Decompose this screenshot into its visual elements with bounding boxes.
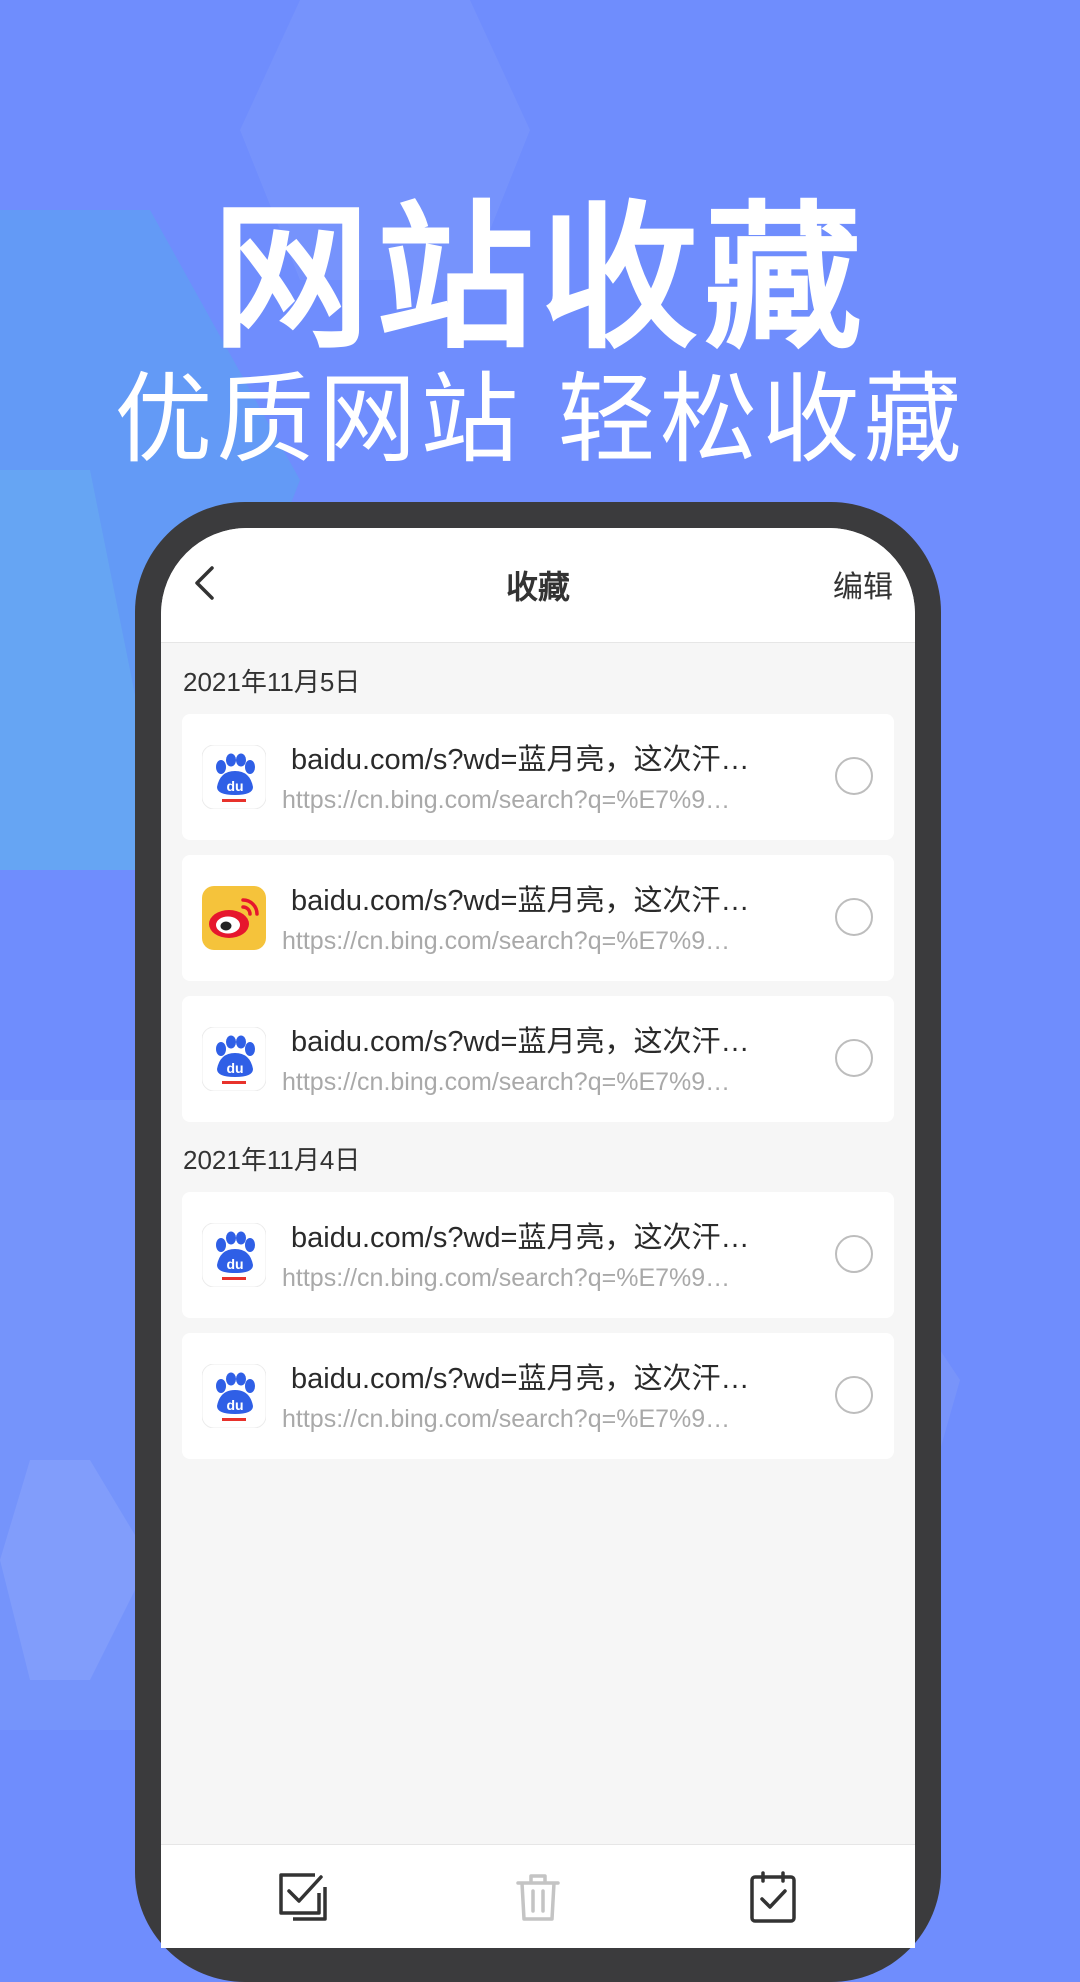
promo-subtitle: 优质网站 轻松收藏 [114,363,966,477]
phone-screen: 收藏 编辑 2021年11月5日 du baidu.com/s?wd=蓝月亮，这… [161,528,915,1948]
baidu-paw-icon: du [202,745,266,809]
trash-icon[interactable] [510,1869,566,1925]
date-header: 2021年11月5日 [183,667,361,697]
item-url: https://cn.bing.com/search?q=%E7%9… [282,1068,731,1096]
nav-bar: 收藏 编辑 [161,528,915,643]
item-title: baidu.com/s?wd=蓝月亮，这次汗… [291,744,750,776]
select-radio[interactable] [835,1235,873,1273]
item-url: https://cn.bing.com/search?q=%E7%9… [282,927,731,955]
list-item[interactable]: baidu.com/s?wd=蓝月亮，这次汗… https://cn.bing.… [182,855,894,981]
item-url: https://cn.bing.com/search?q=%E7%9… [282,1405,731,1433]
page-title: 收藏 [505,569,570,605]
svg-text:du: du [226,778,243,794]
item-title: baidu.com/s?wd=蓝月亮，这次汗… [291,885,750,917]
select-radio[interactable] [835,1376,873,1414]
baidu-paw-icon: du [202,1027,266,1091]
item-title: baidu.com/s?wd=蓝月亮，这次汗… [291,1222,750,1254]
edit-button[interactable]: 编辑 [833,562,893,606]
list-item[interactable]: du baidu.com/s?wd=蓝月亮，这次汗… https://cn.bi… [182,1192,894,1318]
check-clipboard-icon[interactable] [745,1869,801,1925]
baidu-paw-icon: du [202,1364,266,1428]
select-radio[interactable] [835,898,873,936]
svg-text:du: du [226,1397,243,1413]
list-item[interactable]: du baidu.com/s?wd=蓝月亮，这次汗… https://cn.bi… [182,1333,894,1459]
item-url: https://cn.bing.com/search?q=%E7%9… [282,1264,731,1292]
svg-text:du: du [226,1256,243,1272]
list-item[interactable]: du baidu.com/s?wd=蓝月亮，这次汗… https://cn.bi… [182,714,894,840]
date-header: 2021年11月4日 [183,1145,361,1175]
item-title: baidu.com/s?wd=蓝月亮，这次汗… [291,1026,750,1058]
item-url: https://cn.bing.com/search?q=%E7%9… [282,786,731,814]
weibo-icon [202,886,266,950]
svg-text:du: du [226,1060,243,1076]
baidu-paw-icon: du [202,1223,266,1287]
item-title: baidu.com/s?wd=蓝月亮，这次汗… [291,1363,750,1395]
list-item[interactable]: du baidu.com/s?wd=蓝月亮，这次汗… https://cn.bi… [182,996,894,1122]
select-radio[interactable] [835,1039,873,1077]
select-all-icon[interactable] [275,1869,331,1925]
select-radio[interactable] [835,757,873,795]
bottom-toolbar [161,1844,915,1948]
